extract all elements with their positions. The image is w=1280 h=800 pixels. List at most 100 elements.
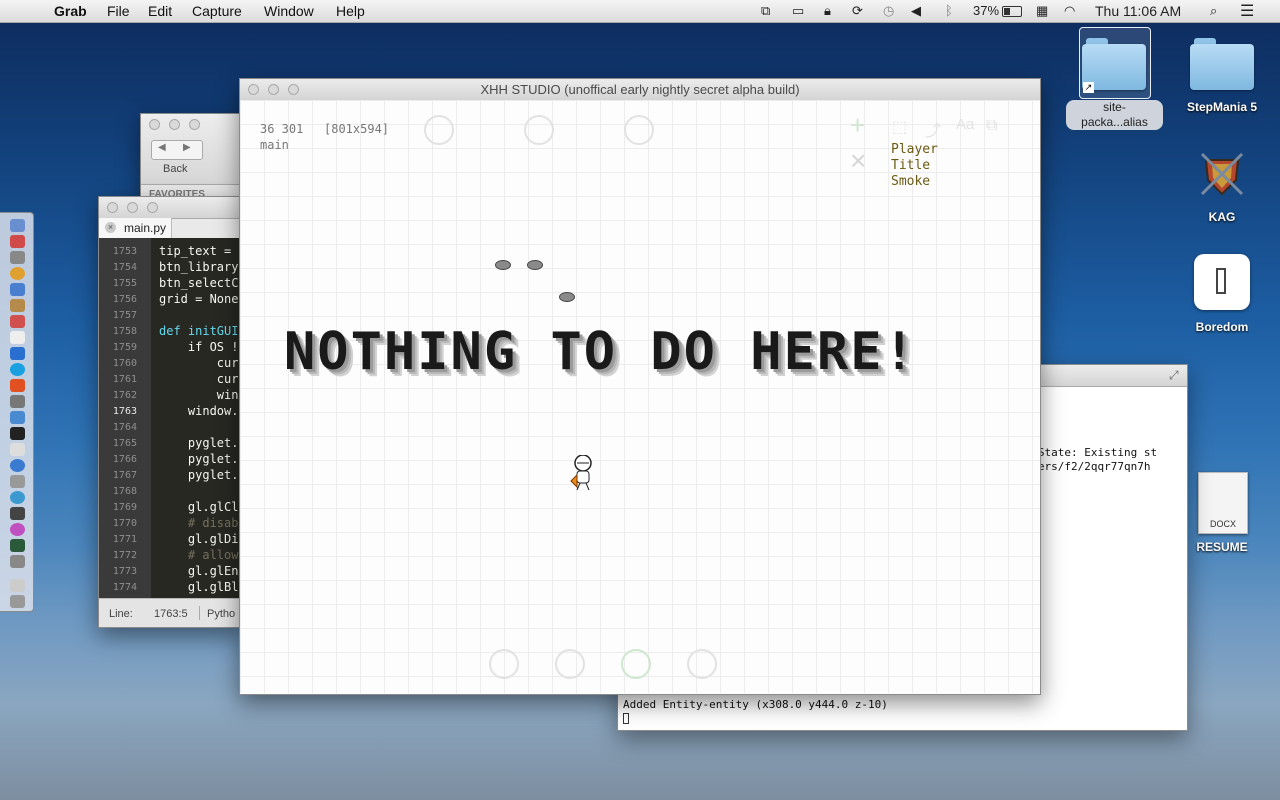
screens-icon[interactable]: ⧉ <box>761 3 770 19</box>
code-line[interactable]: window. <box>159 404 239 418</box>
menu-file[interactable]: File <box>107 3 130 19</box>
dock-app-icon[interactable] <box>10 539 25 552</box>
dock-app-icon[interactable] <box>10 395 25 408</box>
desktop-icon-label-kag[interactable]: KAG <box>1190 210 1254 224</box>
code-line[interactable]: win <box>159 388 239 402</box>
status-language[interactable]: Pytho <box>207 608 235 620</box>
entity-item-player[interactable]: Player <box>891 142 938 158</box>
entity-item-title[interactable]: Title <box>891 158 938 174</box>
dock-app-icon[interactable] <box>10 459 25 472</box>
dock-app-icon[interactable] <box>10 523 25 536</box>
code-line[interactable]: gl.glDi <box>159 532 239 546</box>
dock-app-icon[interactable] <box>10 411 25 424</box>
menu-help[interactable]: Help <box>336 3 365 19</box>
dock-downloads-icon[interactable] <box>10 579 25 592</box>
clock[interactable]: Thu 11:06 AM <box>1095 3 1181 19</box>
dock-app-icon[interactable] <box>10 251 25 264</box>
desktop-icon-label-site-packages[interactable]: site- packa...alias <box>1066 100 1163 130</box>
finder-minimize-button[interactable] <box>169 119 180 130</box>
forward-arrow-icon[interactable]: ▶ <box>183 142 191 153</box>
debug-icon[interactable] <box>687 649 717 679</box>
code-line[interactable]: def initGUI <box>159 324 238 338</box>
notification-center-icon[interactable]: ☰ <box>1240 1 1254 21</box>
code-line[interactable]: gl.glCl <box>159 500 239 514</box>
dock-finder-icon[interactable] <box>10 219 25 232</box>
dock-app-icon[interactable] <box>10 491 25 504</box>
dock-app-icon[interactable] <box>10 235 25 248</box>
resume-docx-file-icon[interactable]: DOCX <box>1198 472 1248 534</box>
battery-percent[interactable]: 37% <box>973 3 999 18</box>
dock-terminal-icon[interactable] <box>10 427 25 440</box>
code-line[interactable]: # allow <box>159 548 239 562</box>
code-line[interactable]: btn_library <box>159 260 238 274</box>
code-line[interactable]: grid = None <box>159 292 238 306</box>
volume-icon[interactable]: ◀ <box>911 3 921 19</box>
grid-settings-icon[interactable] <box>489 649 519 679</box>
code-line[interactable]: pyglet. <box>159 452 239 466</box>
calendar-icon[interactable]: ▦ <box>1036 3 1048 19</box>
bluetooth-icon[interactable]: ᛒ <box>945 3 953 18</box>
player-sprite[interactable] <box>570 454 596 491</box>
layers-tool-icon[interactable]: ⧉ <box>986 117 997 135</box>
new-scene-icon[interactable] <box>424 115 454 145</box>
path-tool-icon[interactable]: ⤴ <box>925 117 941 141</box>
code-line[interactable]: if OS ! <box>159 340 239 354</box>
wifi-icon[interactable]: ◠ <box>1064 3 1075 19</box>
code-line[interactable]: pyglet. <box>159 436 239 450</box>
spotlight-search-icon[interactable]: ⌕ <box>1210 3 1217 19</box>
dock-app-icon[interactable] <box>10 379 25 392</box>
desktop-icon-label-stepmania[interactable]: StepMania 5 <box>1170 100 1274 114</box>
editor-minimize-button[interactable] <box>127 202 138 213</box>
entity-item-smoke[interactable]: Smoke <box>891 174 938 190</box>
dock-app-icon[interactable] <box>10 555 25 568</box>
play-icon[interactable] <box>621 649 651 679</box>
desktop-icon-label-resume[interactable]: RESUME <box>1186 540 1258 554</box>
code-area[interactable]: 1753 tip_text = 1754 btn_library 1755 btn_se… <box>99 238 239 598</box>
menu-edit[interactable]: Edit <box>148 3 172 19</box>
dock-chrome-icon[interactable] <box>10 267 25 280</box>
console-cursor[interactable] <box>623 713 629 724</box>
code-line[interactable]: btn_selectC <box>159 276 238 290</box>
dock-calendar-icon[interactable] <box>10 315 25 328</box>
sync-icon[interactable]: ⟳ <box>852 3 863 19</box>
folder-icon[interactable] <box>624 115 654 145</box>
dock-app-icon[interactable] <box>10 507 25 520</box>
game-canvas[interactable]: 36 301 [801x594] main + × ⬚ ⤴ Aa ⧉ Playe… <box>240 100 1040 693</box>
title-entity-text[interactable]: NOTHING TO DO HERE! <box>284 322 917 382</box>
dock-app-icon[interactable] <box>10 475 25 488</box>
editor-tab[interactable]: × main.py <box>99 218 172 238</box>
fullscreen-icon[interactable]: ⤢ <box>1169 368 1179 383</box>
dock-app-icon[interactable] <box>10 331 25 344</box>
dock-app-icon[interactable] <box>10 443 25 456</box>
airplay-icon[interactable]: ▭ <box>792 3 804 19</box>
code-line[interactable]: cur <box>159 372 239 386</box>
boredom-app-icon[interactable] <box>1194 254 1250 310</box>
tools-icon[interactable] <box>555 649 585 679</box>
dock-trash-icon[interactable] <box>10 595 25 608</box>
tab-close-icon[interactable]: × <box>105 222 116 233</box>
delete-entity-icon[interactable]: × <box>850 145 866 177</box>
editor-zoom-button[interactable] <box>147 202 158 213</box>
shapes-tool-icon[interactable]: ⬚ <box>892 117 907 137</box>
add-entity-icon[interactable]: + <box>850 110 865 141</box>
smoke-sprite[interactable] <box>495 260 511 270</box>
menu-capture[interactable]: Capture <box>192 3 242 19</box>
dock-app-icon[interactable] <box>10 283 25 296</box>
dock-word-icon[interactable] <box>10 347 25 360</box>
code-line[interactable]: pyglet. <box>159 468 239 482</box>
app-menu[interactable]: Grab <box>54 3 87 19</box>
code-line[interactable]: # disab <box>159 516 239 530</box>
code-line[interactable]: cur <box>159 356 239 370</box>
battery-icon[interactable] <box>1002 6 1022 17</box>
kag-app-icon[interactable] <box>1198 150 1246 198</box>
text-tool-icon[interactable]: Aa <box>956 116 974 133</box>
finder-close-button[interactable] <box>149 119 160 130</box>
save-icon[interactable] <box>524 115 554 145</box>
menu-window[interactable]: Window <box>264 3 314 19</box>
code-line[interactable]: tip_text = <box>159 244 238 258</box>
time-machine-icon[interactable]: ◷ <box>883 3 894 19</box>
back-arrow-icon[interactable]: ◀ <box>158 142 166 153</box>
finder-zoom-button[interactable] <box>189 119 200 130</box>
code-line[interactable]: gl.glEn <box>159 564 239 578</box>
code-line[interactable]: gl.glBl <box>159 580 239 594</box>
